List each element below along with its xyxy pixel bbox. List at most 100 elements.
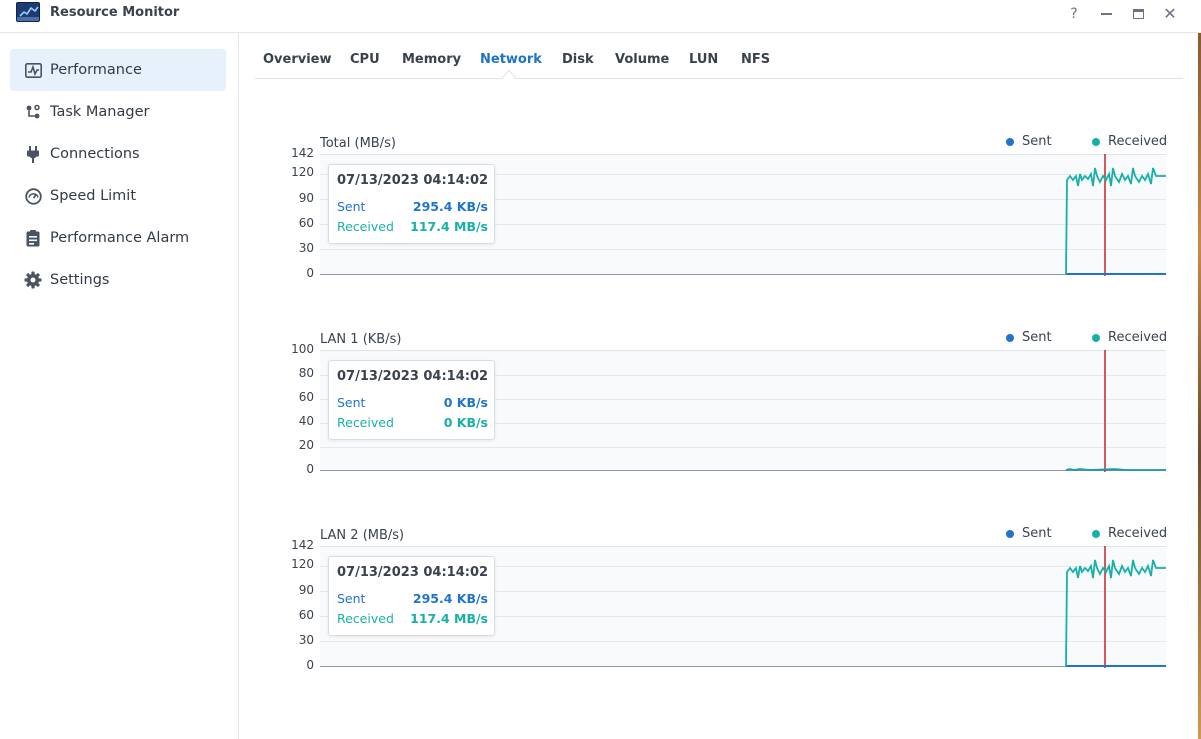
legend-label: Received — [1108, 330, 1168, 345]
tab-memory[interactable]: Memory — [402, 52, 461, 67]
chart-title: LAN 1 (KB/s) — [320, 332, 402, 347]
tooltip-received-label: Received — [337, 415, 394, 430]
task-manager-icon — [24, 103, 42, 121]
y-tick: 120 — [291, 165, 314, 179]
data-tooltip: 07/13/2023 04:14:02 Sent 0 KB/s Received 0… — [328, 360, 495, 440]
gauge-icon — [24, 187, 42, 205]
sidebar-item-connections[interactable]: Connections — [10, 133, 226, 175]
tooltip-sent-label: Sent — [337, 395, 366, 410]
y-tick: 142 — [291, 146, 314, 160]
resource-monitor-app-icon — [16, 2, 40, 22]
y-tick: 0 — [306, 658, 314, 672]
sidebar: Performance Task Manager Connections Spe… — [0, 33, 239, 739]
y-tick: 142 — [291, 538, 314, 552]
y-tick: 40 — [298, 414, 314, 428]
sent-dot-icon — [1006, 137, 1014, 146]
tooltip-received-value: 117.4 MB/s — [410, 611, 488, 626]
minimize-button[interactable] — [1096, 5, 1116, 23]
legend-received[interactable]: Received — [1092, 330, 1167, 345]
y-tick: 60 — [298, 390, 314, 404]
sent-dot-icon — [1006, 333, 1014, 342]
minimize-icon — [1100, 13, 1112, 15]
received-series-line — [1065, 167, 1166, 275]
tab-volume[interactable]: Volume — [615, 52, 669, 67]
tab-network[interactable]: Network — [480, 52, 542, 67]
maximize-icon — [1132, 9, 1144, 19]
tooltip-received-row: Received 117.4 MB/s — [337, 219, 488, 234]
gear-icon — [24, 271, 42, 289]
legend-received[interactable]: Received — [1092, 526, 1167, 541]
tooltip-sent-row: Sent 295.4 KB/s — [337, 199, 488, 214]
data-tooltip: 07/13/2023 04:14:02 Sent 295.4 KB/s Recei… — [328, 556, 495, 636]
chart-lan2: LAN 2 (MB/s) Sent Received 142 120 90 60… — [255, 526, 1185, 688]
y-tick: 120 — [291, 557, 314, 571]
tab-overview[interactable]: Overview — [263, 52, 332, 67]
chart-lan1: LAN 1 (KB/s) Sent Received 100 80 60 40 … — [255, 330, 1185, 492]
sidebar-item-label: Task Manager — [50, 104, 150, 120]
legend-label: Sent — [1022, 134, 1052, 149]
tooltip-sent-row: Sent 295.4 KB/s — [337, 591, 488, 606]
tooltip-received-label: Received — [337, 611, 394, 626]
sidebar-item-settings[interactable]: Settings — [10, 259, 226, 301]
chart-title: Total (MB/s) — [320, 136, 396, 151]
tooltip-sent-label: Sent — [337, 591, 366, 606]
legend-sent[interactable]: Sent — [1006, 134, 1052, 149]
legend-label: Sent — [1022, 330, 1052, 345]
tab-lun[interactable]: LUN — [689, 52, 718, 67]
title-bar: Resource Monitor ? ✕ — [0, 0, 1201, 33]
tooltip-sent-value: 295.4 KB/s — [412, 199, 488, 214]
y-tick: 80 — [298, 366, 314, 380]
tooltip-sent-value: 295.4 KB/s — [412, 591, 488, 606]
y-tick: 100 — [291, 342, 314, 356]
tooltip-sent-value: 0 KB/s — [443, 395, 488, 410]
legend-label: Sent — [1022, 526, 1052, 541]
tooltip-sent-label: Sent — [337, 199, 366, 214]
y-tick: 30 — [298, 633, 314, 647]
performance-icon — [24, 61, 42, 79]
y-tick: 30 — [298, 241, 314, 255]
active-tab-pointer — [501, 69, 517, 85]
tooltip-time: 07/13/2023 04:14:02 — [337, 173, 489, 188]
y-tick: 90 — [298, 191, 314, 205]
tooltip-received-value: 117.4 MB/s — [410, 219, 488, 234]
tab-bar: Overview CPU Memory Network Disk Volume … — [255, 42, 1183, 85]
legend-received[interactable]: Received — [1092, 134, 1167, 149]
close-button[interactable]: ✕ — [1160, 5, 1180, 23]
tooltip-received-label: Received — [337, 219, 394, 234]
legend-label: Received — [1108, 526, 1168, 541]
legend-sent[interactable]: Sent — [1006, 330, 1052, 345]
sidebar-item-performance-alarm[interactable]: Performance Alarm — [10, 217, 226, 259]
sidebar-item-task-manager[interactable]: Task Manager — [10, 91, 226, 133]
sidebar-item-label: Speed Limit — [50, 188, 137, 204]
legend-sent[interactable]: Sent — [1006, 526, 1052, 541]
alarm-icon — [24, 229, 42, 247]
window-title: Resource Monitor — [50, 5, 180, 20]
tab-cpu[interactable]: CPU — [350, 52, 380, 67]
tooltip-received-row: Received 0 KB/s — [337, 415, 488, 430]
tooltip-time: 07/13/2023 04:14:02 — [337, 565, 489, 580]
sidebar-item-label: Performance — [50, 62, 142, 78]
plug-icon — [24, 145, 42, 163]
received-series-line — [1065, 559, 1166, 667]
sidebar-item-performance[interactable]: Performance — [10, 49, 226, 91]
received-dot-icon — [1092, 333, 1100, 342]
help-button[interactable]: ? — [1064, 5, 1084, 23]
sidebar-item-label: Connections — [50, 146, 140, 162]
y-tick: 60 — [298, 216, 314, 230]
sidebar-item-label: Settings — [50, 272, 110, 288]
tab-nfs[interactable]: NFS — [741, 52, 770, 67]
maximize-button[interactable] — [1128, 5, 1148, 23]
tab-disk[interactable]: Disk — [562, 52, 594, 67]
sent-dot-icon — [1006, 529, 1014, 538]
chart-title: LAN 2 (MB/s) — [320, 528, 405, 543]
y-tick: 90 — [298, 583, 314, 597]
tooltip-received-row: Received 117.4 MB/s — [337, 611, 488, 626]
data-tooltip: 07/13/2023 04:14:02 Sent 295.4 KB/s Recei… — [328, 164, 495, 244]
received-dot-icon — [1092, 529, 1100, 538]
legend-label: Received — [1108, 134, 1168, 149]
y-tick: 0 — [306, 266, 314, 280]
sidebar-item-speed-limit[interactable]: Speed Limit — [10, 175, 226, 217]
y-tick: 60 — [298, 608, 314, 622]
y-tick: 0 — [306, 462, 314, 476]
tooltip-received-value: 0 KB/s — [443, 415, 488, 430]
